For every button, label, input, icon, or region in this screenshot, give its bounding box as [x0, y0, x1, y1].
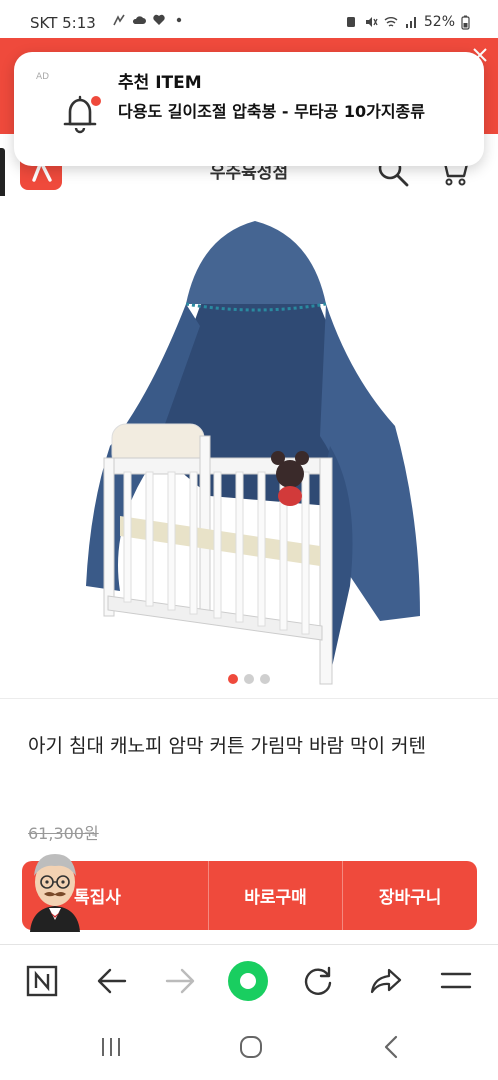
notification-body: 다용도 길이조절 압축봉 - 무타공 10가지종류	[118, 102, 425, 121]
product-title: 아기 침대 캐노피 암막 커튼 가림막 바람 막이 커텐	[28, 735, 426, 757]
buy-now-button[interactable]: 바로구매	[209, 861, 344, 930]
crib-canopy-photo	[86, 221, 420, 685]
dot-icon	[176, 17, 182, 23]
green-dot-icon[interactable]	[226, 959, 270, 1003]
n-home-icon[interactable]	[24, 963, 60, 999]
pagination-dot-2[interactable]	[244, 674, 254, 684]
share-icon[interactable]	[368, 963, 404, 999]
signal-chip-icon	[113, 14, 125, 26]
heart-icon	[153, 14, 165, 25]
original-price: 61,300원	[28, 824, 99, 843]
battery-icon	[461, 15, 470, 30]
push-notification[interactable]: AD 추천 ITEM 다용도 길이조절 압축봉 - 무타공 10가지종류	[14, 52, 484, 166]
purchase-action-bar: 톡집사 바로구매 장바구니	[22, 861, 477, 930]
add-to-cart-button[interactable]: 장바구니	[343, 861, 477, 930]
pagination-dot-1[interactable]	[228, 674, 238, 684]
recent-apps-icon[interactable]	[96, 1032, 126, 1062]
wifi-icon	[384, 17, 398, 27]
bell-icon	[50, 82, 110, 146]
system-back-icon[interactable]	[376, 1032, 406, 1062]
butler-mascot-icon[interactable]	[22, 846, 88, 936]
product-image[interactable]	[0, 196, 498, 696]
pagination-dot-3[interactable]	[260, 674, 270, 684]
home-button-icon[interactable]	[236, 1032, 266, 1062]
back-arrow-icon[interactable]	[94, 963, 130, 999]
mute-icon	[365, 17, 378, 27]
status-time: SKT 5:13	[30, 14, 96, 32]
alarm-icon	[346, 17, 355, 27]
signal-bars-icon	[405, 17, 416, 28]
divider	[0, 698, 498, 699]
cloud-icon	[132, 16, 146, 24]
ad-label: AD	[36, 72, 50, 82]
notification-title: 추천 ITEM	[118, 73, 202, 93]
menu-icon[interactable]	[438, 963, 474, 999]
status-left-icons	[112, 13, 186, 27]
battery-percent: 52%	[423, 14, 455, 30]
image-pagination[interactable]	[0, 674, 498, 684]
system-navigation-bar	[0, 1014, 498, 1080]
browser-toolbar	[0, 944, 498, 1014]
status-right: 52%	[344, 14, 470, 30]
refresh-icon[interactable]	[300, 963, 336, 999]
forward-arrow-icon[interactable]	[162, 963, 198, 999]
